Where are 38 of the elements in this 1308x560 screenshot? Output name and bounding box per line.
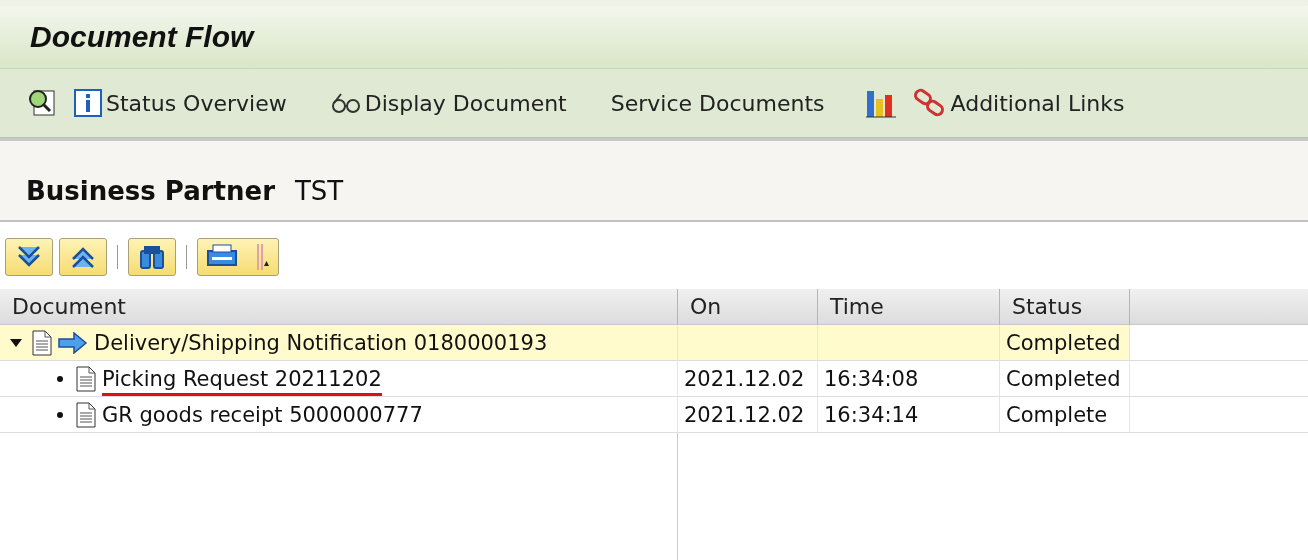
magnifier-document-icon [26, 87, 58, 119]
grid-tool-button[interactable] [197, 238, 279, 276]
toolbar-button[interactable]: Service Documents [604, 86, 831, 120]
window-title: Document Flow [30, 20, 254, 54]
document-name: GR goods receipt 5000000777 [102, 402, 423, 429]
status-cell: Complete [1000, 397, 1130, 433]
printer-icon [206, 242, 270, 272]
document-cell[interactable]: GR goods receipt 5000000777 [0, 397, 678, 433]
time-cell: 16:34:08 [818, 361, 1000, 397]
grid-tool-button[interactable] [59, 238, 107, 276]
column-header[interactable]: Document [0, 289, 678, 325]
toolbar-button[interactable]: Status Overview [68, 85, 293, 121]
document-icon [76, 401, 96, 428]
column-header[interactable]: On [678, 289, 818, 325]
status-cell: Completed [1000, 361, 1130, 397]
status-cell: Completed [1000, 325, 1130, 361]
column-header[interactable]: Status [1000, 289, 1130, 325]
binoculars-icon [138, 243, 166, 271]
chain-link-icon [912, 88, 947, 118]
toolbar-button[interactable]: Display Document [324, 86, 573, 120]
document-icon [32, 329, 52, 356]
column-header[interactable]: Time [818, 289, 1000, 325]
glasses-icon [330, 91, 361, 115]
grid-tool-button[interactable] [128, 238, 176, 276]
document-cell[interactable]: Delivery/Shipping Notification 0180000193 [0, 325, 678, 361]
date-cell: 2021.12.02 [678, 361, 818, 397]
document-cell[interactable]: Picking Request 20211202 [0, 361, 678, 397]
header-value: TST [295, 176, 344, 206]
date-cell: 2021.12.02 [678, 397, 818, 433]
toolbar-button[interactable]: Additional Links [906, 84, 1131, 122]
caret-down-icon [9, 337, 23, 348]
header-label: Business Partner [26, 176, 275, 206]
document-name: Delivery/Shipping Notification 0180000193 [94, 330, 548, 357]
grid-tool-button[interactable] [5, 238, 53, 276]
arrow-right-icon [58, 331, 88, 354]
info-icon [74, 89, 102, 117]
document-icon [76, 365, 96, 392]
time-cell: 16:34:14 [818, 397, 1000, 433]
